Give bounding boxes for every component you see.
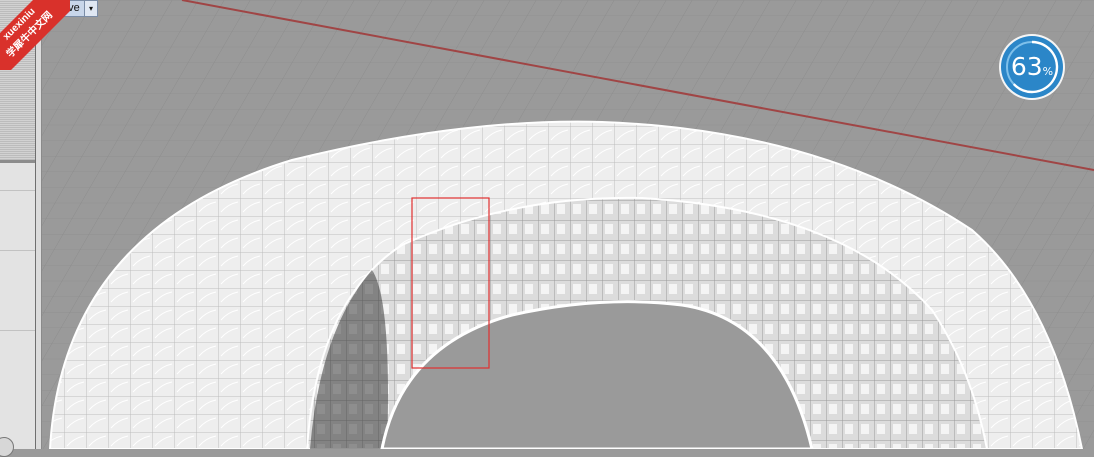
progress-value: 63%: [1010, 52, 1054, 81]
3d-viewport[interactable]: [42, 0, 1094, 449]
chevron-down-icon[interactable]: ▾: [84, 1, 97, 16]
panel-scroll-handle[interactable]: [0, 437, 14, 457]
watermark-text: xuexiniu 学犀牛中文网: [0, 0, 70, 70]
progress-indicator: 63%: [997, 32, 1067, 102]
watermark-ribbon: xuexiniu 学犀牛中文网: [0, 0, 70, 70]
divider: [0, 330, 35, 331]
viewport-canvas[interactable]: [42, 0, 1094, 449]
divider: [0, 250, 35, 251]
divider: [0, 190, 35, 191]
